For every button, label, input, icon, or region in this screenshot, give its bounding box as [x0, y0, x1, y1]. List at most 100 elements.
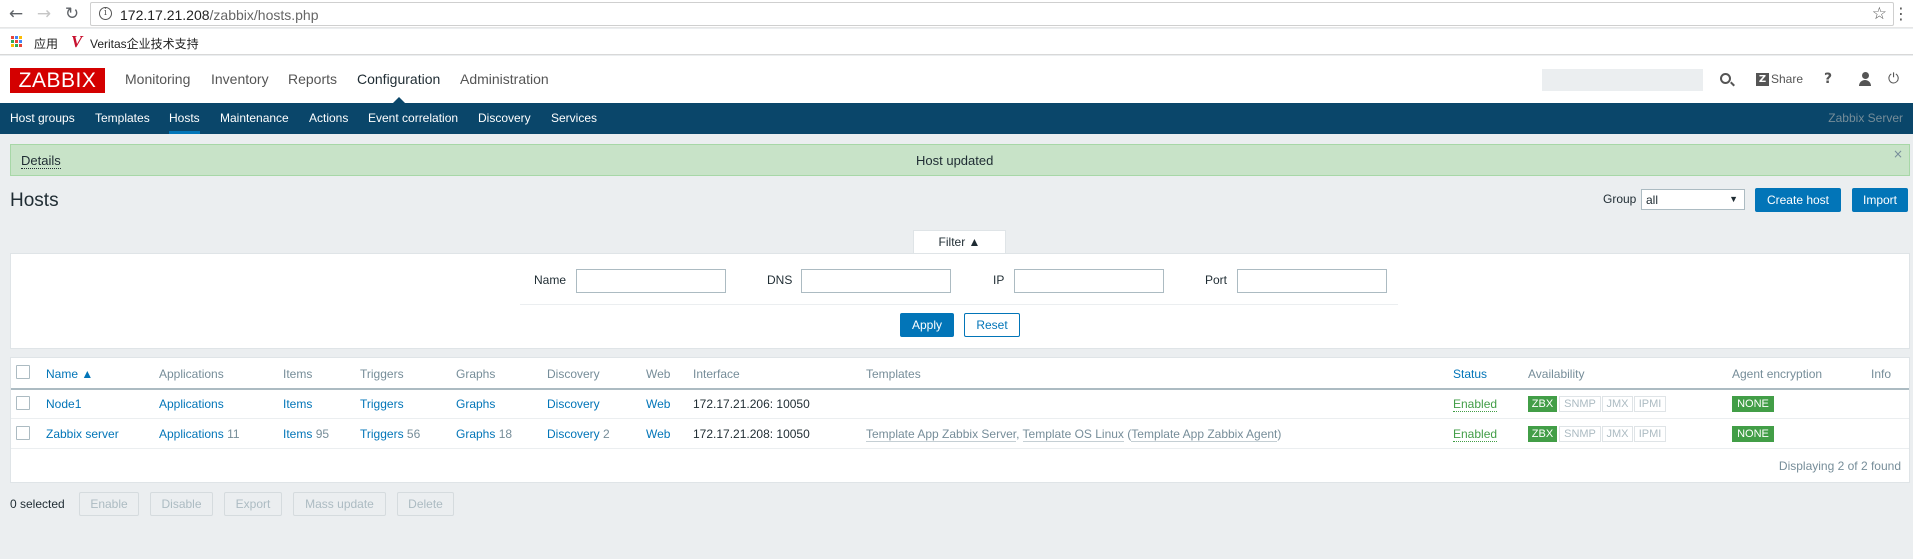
import-button[interactable]: Import	[1852, 188, 1908, 212]
row-checkbox[interactable]	[16, 426, 30, 440]
applications-link[interactable]: Applications	[159, 427, 224, 441]
mass-update-button[interactable]: Mass update	[293, 492, 386, 516]
bookmark-veritas[interactable]: Veritas企业技术支持	[90, 35, 199, 52]
share-link[interactable]: Share	[1771, 72, 1803, 86]
filter-ip-input[interactable]	[1014, 269, 1164, 293]
disable-button[interactable]: Disable	[150, 492, 213, 516]
discovery-link[interactable]: Discovery	[547, 397, 600, 411]
user-profile-icon[interactable]	[1858, 72, 1872, 86]
graphs-cell: Graphs 18	[456, 427, 512, 441]
menu-configuration[interactable]: Configuration	[357, 71, 440, 87]
header-applications: Applications	[159, 367, 224, 381]
menu-reports[interactable]: Reports	[288, 71, 337, 87]
row-divider	[11, 448, 1909, 449]
zabbix-logo[interactable]: ZABBIX	[10, 68, 105, 93]
applications-link[interactable]: Applications	[159, 397, 224, 411]
server-name: Zabbix Server	[1828, 111, 1903, 125]
menu-monitoring[interactable]: Monitoring	[125, 71, 190, 87]
template-link[interactable]: Template App Zabbix Server	[866, 427, 1017, 442]
menu-administration[interactable]: Administration	[460, 71, 549, 87]
address-bar[interactable]: i 172.17.21.208/zabbix/hosts.php ☆	[90, 2, 1894, 26]
triggers-link[interactable]: Triggers	[360, 427, 404, 441]
delete-button[interactable]: Delete	[397, 492, 454, 516]
header-web: Web	[646, 367, 671, 381]
header-name[interactable]: Name ▲	[46, 367, 93, 381]
subnav-services[interactable]: Services	[551, 111, 597, 125]
subnav-event-correlation[interactable]: Event correlation	[368, 111, 458, 125]
subnav-actions[interactable]: Actions	[309, 111, 348, 125]
sub-navigation: Host groups Templates Hosts Maintenance …	[0, 103, 1913, 134]
export-button[interactable]: Export	[224, 492, 282, 516]
header-divider	[11, 388, 1909, 390]
filter-ip-label: IP	[993, 273, 1005, 287]
url-text: 172.17.21.208/zabbix/hosts.php	[120, 7, 319, 23]
subnav-maintenance[interactable]: Maintenance	[220, 111, 289, 125]
apps-grid-icon[interactable]	[11, 36, 23, 48]
back-icon[interactable]: ←	[6, 4, 26, 24]
create-host-button[interactable]: Create host	[1755, 188, 1841, 212]
bookmark-apps[interactable]: 应用	[34, 35, 58, 52]
filter-tab[interactable]: Filter ▲	[913, 230, 1006, 254]
header-discovery: Discovery	[547, 367, 600, 381]
triggers-count: 56	[406, 427, 421, 441]
filter-dns-input[interactable]	[801, 269, 951, 293]
help-icon[interactable]: ?	[1824, 71, 1832, 87]
subnav-hosts[interactable]: Hosts	[169, 111, 200, 134]
browser-menu-icon[interactable]: ⋮	[1893, 4, 1909, 23]
forward-icon[interactable]: →	[34, 4, 54, 24]
jmx-availability-badge: JMX	[1602, 396, 1633, 412]
logout-icon[interactable]: ⏻	[1888, 71, 1899, 87]
header-status[interactable]: Status	[1453, 367, 1487, 381]
share-icon[interactable]: Z	[1756, 73, 1769, 86]
web-link[interactable]: Web	[646, 397, 670, 411]
dropdown-caret-icon: ▼	[1729, 194, 1738, 204]
encryption-badge: NONE	[1732, 396, 1774, 412]
host-name-link[interactable]: Zabbix server	[46, 427, 119, 441]
select-all-checkbox[interactable]	[16, 365, 30, 379]
discovery-link[interactable]: Discovery	[547, 427, 600, 441]
search-icon[interactable]	[1720, 73, 1731, 84]
row-checkbox[interactable]	[16, 396, 30, 410]
info-icon[interactable]: i	[99, 7, 112, 20]
message-text: Host updated	[916, 153, 994, 168]
web-link[interactable]: Web	[646, 427, 670, 441]
bookmark-bar: 应用 V Veritas企业技术支持	[0, 29, 1913, 55]
bookmark-star-icon[interactable]: ☆	[1872, 4, 1887, 24]
triggers-cell: Triggers 56	[360, 427, 420, 441]
filter-port-input[interactable]	[1237, 269, 1387, 293]
zabbix-header: ZABBIX Monitoring Inventory Reports Conf…	[0, 56, 1913, 103]
discovery-count: 2	[603, 427, 610, 441]
items-link[interactable]: Items	[283, 397, 312, 411]
success-message: Details Host updated ×	[10, 144, 1910, 176]
reload-icon[interactable]: ↻	[62, 4, 82, 24]
template-link[interactable]: Template OS Linux	[1022, 427, 1124, 442]
status-enabled-link[interactable]: Enabled	[1453, 397, 1498, 412]
graphs-count: 18	[498, 427, 513, 441]
triggers-link[interactable]: Triggers	[360, 397, 404, 411]
items-link[interactable]: Items	[283, 427, 312, 441]
snmp-availability-badge: SNMP	[1559, 426, 1601, 442]
subnav-discovery[interactable]: Discovery	[478, 111, 531, 125]
status-enabled-link[interactable]: Enabled	[1453, 427, 1498, 442]
reset-button[interactable]: Reset	[964, 313, 1020, 337]
filter-name-input[interactable]	[576, 269, 726, 293]
header-interface: Interface	[693, 367, 740, 381]
graphs-link[interactable]: Graphs	[456, 427, 495, 441]
message-details-link[interactable]: Details	[21, 153, 61, 169]
encryption-badge: NONE	[1732, 426, 1774, 442]
close-icon[interactable]: ×	[1893, 147, 1903, 161]
search-input[interactable]	[1542, 69, 1703, 91]
group-select[interactable]: all ▼	[1641, 189, 1745, 210]
graphs-link[interactable]: Graphs	[456, 397, 495, 411]
filter-port-label: Port	[1205, 273, 1228, 287]
ipmi-availability-badge: IPMI	[1634, 396, 1666, 412]
jmx-availability-badge: JMX	[1602, 426, 1633, 442]
enable-button[interactable]: Enable	[79, 492, 139, 516]
apply-button[interactable]: Apply	[900, 313, 954, 337]
template-link[interactable]: Template App Zabbix Agent	[1131, 427, 1278, 442]
header-triggers: Triggers	[360, 367, 404, 381]
host-name-link[interactable]: Node1	[46, 397, 81, 411]
menu-inventory[interactable]: Inventory	[211, 71, 269, 87]
subnav-host-groups[interactable]: Host groups	[10, 111, 75, 125]
subnav-templates[interactable]: Templates	[95, 111, 150, 125]
